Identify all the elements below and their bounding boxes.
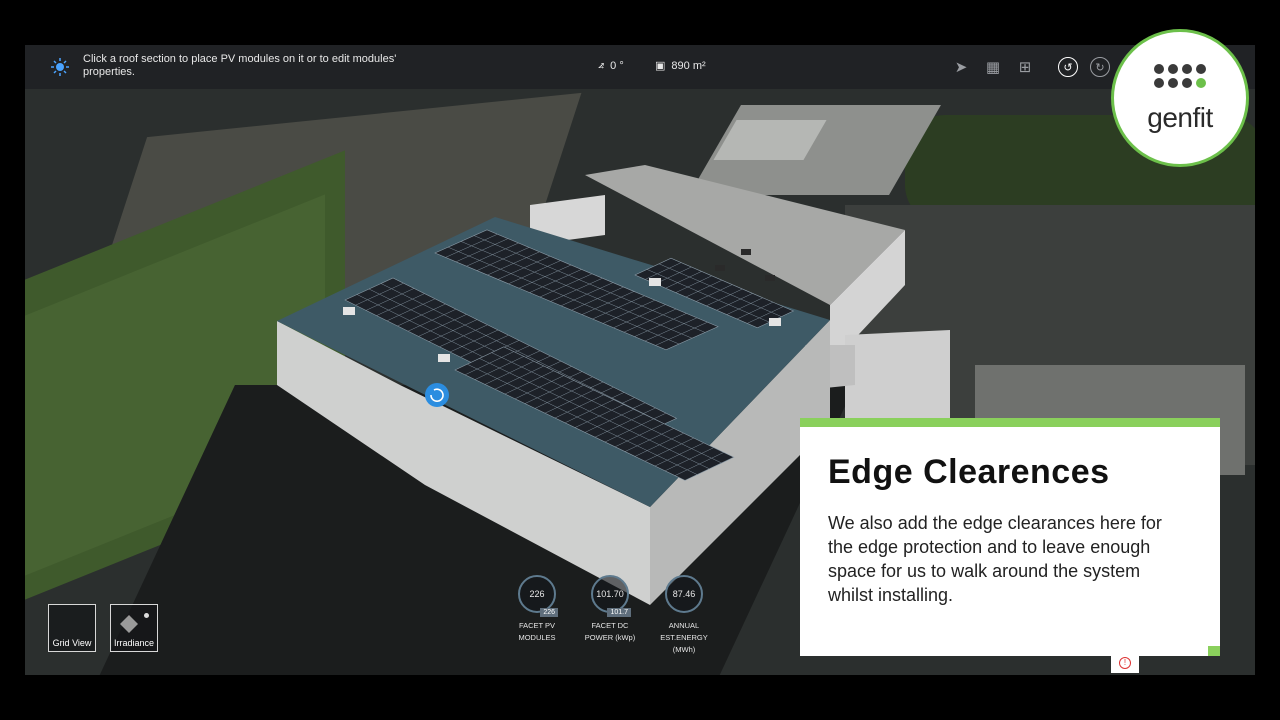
metric-label: ANNUAL bbox=[668, 621, 700, 630]
sun-icon bbox=[51, 58, 69, 76]
metric-value: 101.70 bbox=[596, 589, 624, 599]
metric-circle: 87.46 bbox=[665, 575, 703, 613]
logo-text: genfit bbox=[1147, 102, 1213, 133]
metric-sub-value: 101.7 bbox=[607, 608, 631, 617]
metric-label: FACET PV bbox=[518, 621, 556, 630]
card-title: Edge Clearences bbox=[828, 453, 1110, 491]
irradiance-button[interactable]: Irradiance bbox=[110, 604, 158, 652]
irradiance-label: Irradiance bbox=[113, 638, 155, 648]
metric-value: 87.46 bbox=[672, 589, 696, 599]
metric-label: EST.ENERGY bbox=[660, 633, 708, 642]
card-corner-accent bbox=[1208, 646, 1220, 656]
layout-icon[interactable]: ⊞ bbox=[1013, 55, 1037, 79]
metric-label: FACET DC bbox=[591, 621, 629, 630]
area-value: 890 m² bbox=[671, 59, 706, 72]
hint-text: Click a roof section to place PV modules… bbox=[83, 53, 397, 78]
warning-icon[interactable]: ! bbox=[1111, 655, 1139, 673]
irradiance-icon bbox=[120, 615, 138, 633]
metric-label: POWER (kWp) bbox=[584, 633, 636, 642]
roof-item bbox=[741, 249, 751, 255]
metric-value: 226 bbox=[529, 589, 545, 599]
grid-view-label: Grid View bbox=[52, 638, 92, 648]
add-grid-icon[interactable]: ▦ bbox=[981, 55, 1005, 79]
roof-item bbox=[715, 265, 725, 271]
metric-power: 101.70 101.7 FACET DC POWER (kWp) bbox=[570, 575, 650, 644]
metric-circle: 101.70 101.7 bbox=[591, 575, 631, 617]
roof-vent bbox=[649, 278, 661, 286]
roof-item bbox=[765, 275, 775, 281]
info-card: Edge Clearences We also add the edge cle… bbox=[800, 418, 1220, 656]
grid-view-button[interactable]: Grid View bbox=[48, 604, 96, 652]
metric-label: MODULES bbox=[518, 633, 556, 642]
metric-label: (MWh) bbox=[672, 645, 696, 654]
redo-icon[interactable]: ↻ bbox=[1090, 57, 1110, 77]
sun-dot-icon bbox=[144, 613, 149, 618]
top-toolbar: Click a roof section to place PV modules… bbox=[25, 45, 1255, 89]
roof-vent bbox=[769, 318, 781, 326]
angle-readout: ⦨ 0 ° bbox=[598, 59, 624, 72]
area-readout: ▣ 890 m² bbox=[655, 59, 706, 73]
genfit-logo: genfit bbox=[1111, 29, 1249, 167]
metric-energy: 87.46 ANNUAL EST.ENERGY (MWh) bbox=[644, 575, 724, 656]
roof-vent bbox=[343, 307, 355, 315]
metric-circle: 226 226 bbox=[518, 575, 558, 617]
angle-value: 0 ° bbox=[610, 59, 624, 72]
pointer-icon[interactable]: ➤ bbox=[949, 55, 973, 79]
metric-sub-value: 226 bbox=[540, 608, 558, 617]
rotate-handle-icon[interactable] bbox=[425, 383, 449, 407]
metric-modules: 226 226 FACET PV MODULES bbox=[497, 575, 577, 644]
undo-icon[interactable]: ↺ bbox=[1058, 57, 1078, 77]
area-icon: ▣ bbox=[655, 60, 666, 72]
card-body: We also add the edge clearances here for… bbox=[828, 513, 1162, 605]
roof-vent bbox=[438, 354, 450, 362]
angle-icon: ⦨ bbox=[598, 59, 605, 71]
